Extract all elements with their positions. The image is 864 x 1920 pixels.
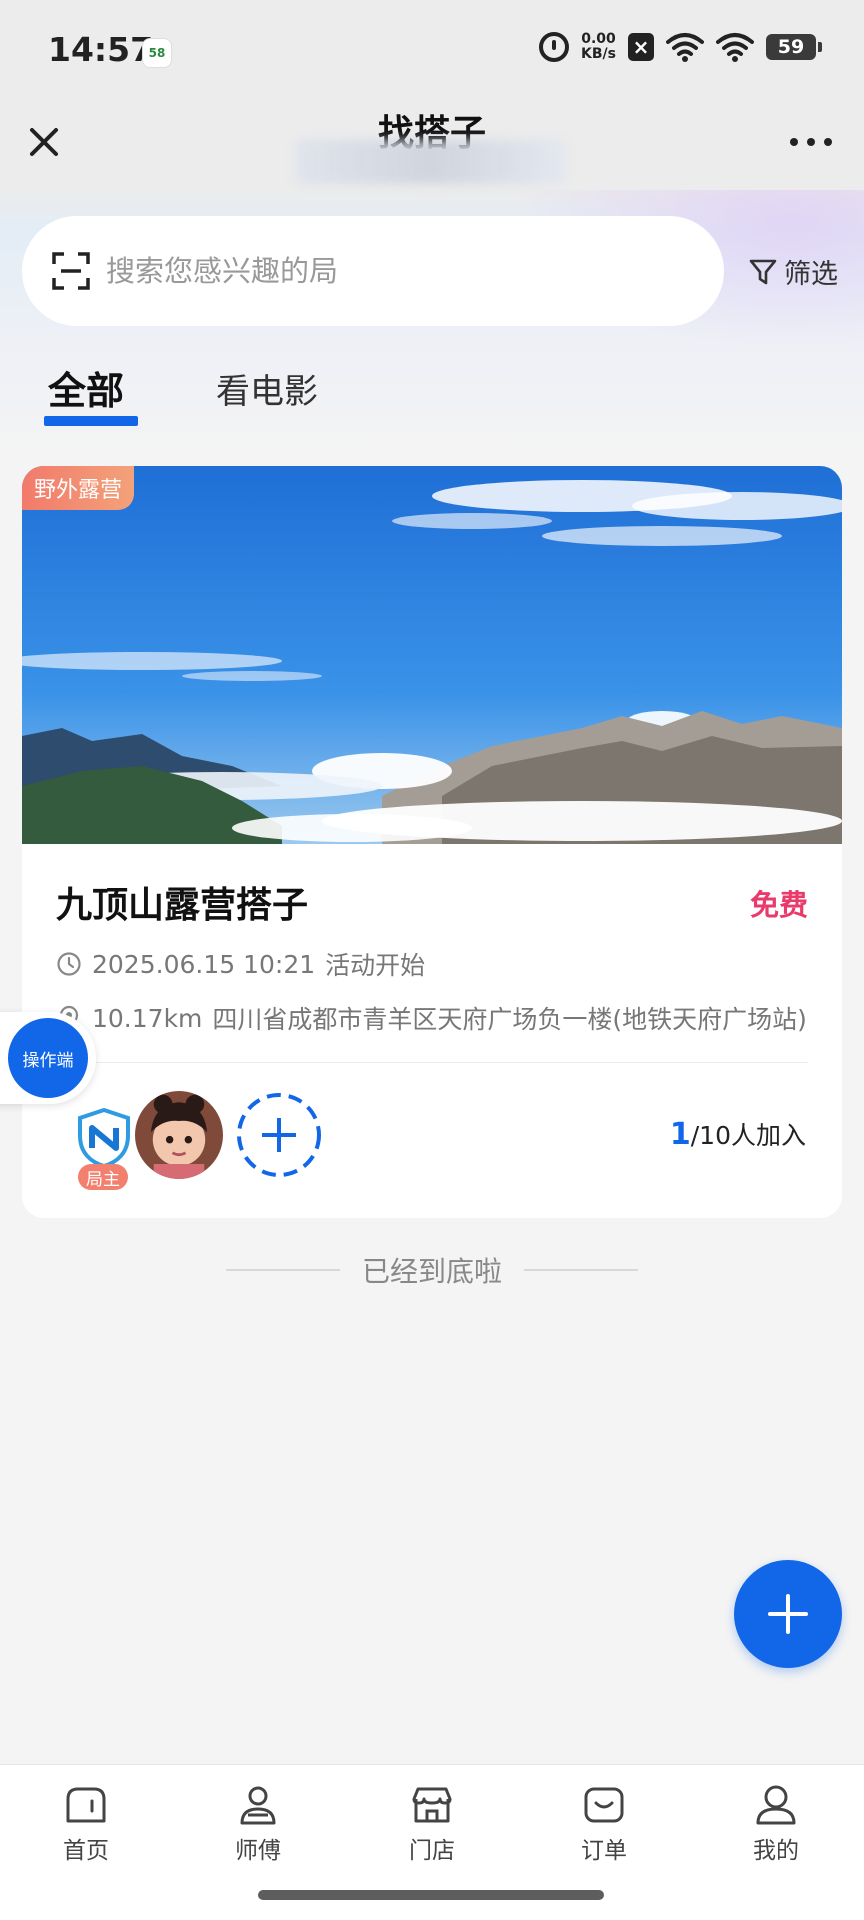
activity-location-row: 10.17km 四川省成都市青羊区天府广场负一楼(地铁天府广场站): [56, 1000, 816, 1036]
join-count: 1/10人加入: [670, 1116, 806, 1152]
activity-time: 2025.06.15 10:21: [92, 949, 316, 979]
filter-icon: [749, 259, 777, 284]
store-icon: [412, 1787, 452, 1823]
profile-icon: [756, 1785, 796, 1825]
nav-store-label: 门店: [409, 1838, 455, 1864]
nav-worker[interactable]: 师傅: [198, 1781, 318, 1865]
search-input[interactable]: [106, 246, 686, 296]
home-indicator[interactable]: [258, 1890, 604, 1900]
order-icon: [584, 1787, 624, 1823]
nav-store[interactable]: 门店: [372, 1781, 492, 1865]
search-bar[interactable]: [22, 216, 724, 326]
nav-order-label: 订单: [581, 1838, 627, 1864]
network-speed: 0.00 KB/s: [581, 32, 616, 62]
status-time: 14:57: [48, 30, 154, 69]
alarm-icon: [539, 32, 570, 62]
no-sim-icon: ×: [628, 33, 654, 61]
operator-label: 操作端: [8, 1018, 88, 1098]
battery-icon: 59: [766, 34, 822, 60]
nav-profile[interactable]: 我的: [716, 1781, 836, 1865]
category-tag: 野外露营: [22, 466, 135, 510]
blurred-subtitle: [296, 140, 566, 184]
activity-card[interactable]: 野外露营 九顶山露营搭子 免费 2025.06.15 10:21 活动开始 10…: [22, 466, 842, 1218]
status-bar: 14:57 58 0.00 KB/s × 59: [0, 0, 864, 100]
end-note-text: 已经到底啦: [361, 1255, 502, 1288]
card-divider: [56, 1062, 808, 1063]
operator-button[interactable]: 操作端: [0, 1012, 96, 1104]
app-notification-icon: 58: [142, 38, 172, 68]
category-tabs: 全部 看电影: [43, 360, 318, 426]
activity-title: 九顶山露营搭子: [56, 885, 309, 926]
more-options-button[interactable]: [786, 132, 836, 152]
nav-worker-label: 师傅: [235, 1838, 281, 1864]
nav-order[interactable]: 订单: [544, 1781, 664, 1865]
network-speed-unit: KB/s: [581, 46, 616, 62]
network-speed-value: 0.00: [581, 31, 616, 47]
worker-icon: [240, 1786, 276, 1825]
tab-movie[interactable]: 看电影: [216, 360, 318, 426]
join-add-button[interactable]: [236, 1092, 322, 1178]
create-activity-button[interactable]: [734, 1560, 842, 1668]
filter-button[interactable]: 筛选: [748, 252, 838, 291]
filter-label: 筛选: [784, 259, 838, 290]
capacity-text: /10人加入: [690, 1121, 806, 1150]
activity-cover-image: [22, 466, 842, 844]
activity-distance: 10.17km: [92, 1003, 203, 1033]
tab-all[interactable]: 全部: [43, 360, 139, 426]
wifi-icon: [666, 33, 704, 62]
host-avatar[interactable]: [72, 1106, 136, 1170]
activity-price: 免费: [749, 888, 808, 922]
end-line-left: [225, 1269, 340, 1271]
end-of-list-note: 已经到底啦: [0, 1250, 864, 1290]
nav-home[interactable]: 首页: [26, 1781, 146, 1865]
activity-time-note: 活动开始: [325, 951, 426, 980]
clock-icon: [57, 952, 81, 976]
end-line-right: [524, 1269, 638, 1271]
activity-time-row: 2025.06.15 10:21 活动开始: [56, 946, 425, 982]
activity-address: 四川省成都市青羊区天府广场负一楼(地铁天府广场站): [212, 1005, 807, 1034]
wifi-icon-secondary: [716, 33, 754, 62]
status-icons: 0.00 KB/s × 59: [539, 32, 822, 62]
member-avatar[interactable]: [132, 1088, 226, 1182]
host-badge: 局主: [78, 1164, 128, 1190]
scan-icon[interactable]: [52, 252, 90, 290]
nav-profile-label: 我的: [753, 1838, 799, 1864]
nav-home-label: 首页: [63, 1838, 109, 1864]
joined-count: 1: [669, 1117, 691, 1152]
home-icon: [66, 1787, 106, 1823]
